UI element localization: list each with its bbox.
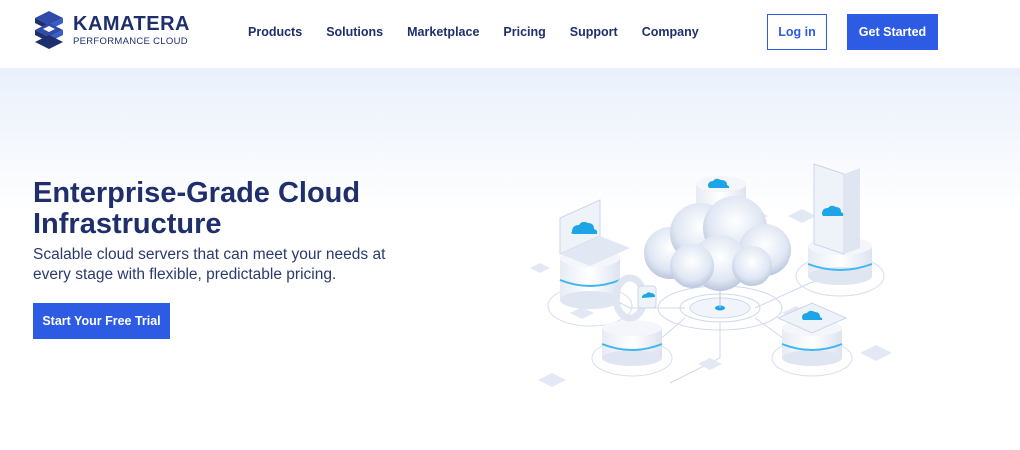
kamatera-logo-icon: [35, 11, 63, 49]
nav-item-solutions[interactable]: Solutions: [326, 24, 383, 40]
cloud-infrastructure-illustration: [530, 163, 892, 387]
hero-title: Enterprise-Grade Cloud Infrastructure: [33, 177, 361, 240]
login-button[interactable]: Log in: [767, 14, 827, 50]
hero-subtitle: Scalable cloud servers that can meet you…: [33, 246, 386, 283]
start-free-trial-button[interactable]: Start Your Free Trial: [33, 303, 170, 339]
tablet-server-node: [795, 163, 885, 297]
site-header: KAMATERA PERFORMANCE CLOUD Products Solu…: [0, 0, 1020, 68]
nav-item-support[interactable]: Support: [570, 24, 618, 40]
brand-name: KAMATERA: [73, 13, 190, 35]
brand-tagline: PERFORMANCE CLOUD: [73, 36, 188, 47]
main-nav: Products Solutions Marketplace Pricing S…: [248, 24, 723, 40]
brand-logo[interactable]: KAMATERA PERFORMANCE CLOUD: [33, 10, 190, 50]
nav-item-pricing[interactable]: Pricing: [503, 24, 545, 40]
nav-item-company[interactable]: Company: [642, 24, 699, 40]
hero-section: Enterprise-Grade Cloud Infrastructure Sc…: [0, 68, 1020, 450]
nav-item-marketplace[interactable]: Marketplace: [407, 24, 479, 40]
nav-item-products[interactable]: Products: [248, 24, 302, 40]
get-started-button[interactable]: Get Started: [847, 14, 938, 50]
